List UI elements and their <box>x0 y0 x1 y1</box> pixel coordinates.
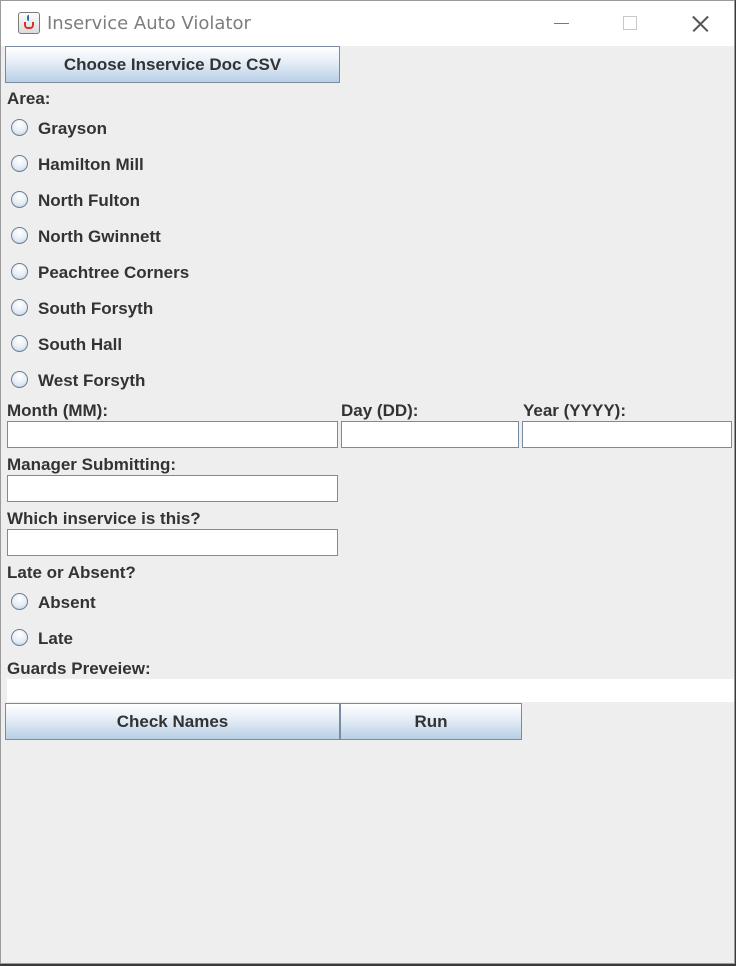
radio-label: West Forsyth <box>38 371 146 390</box>
inservice-field[interactable] <box>7 529 338 556</box>
radio-button-icon[interactable] <box>11 628 28 646</box>
radio-label: Absent <box>38 593 96 612</box>
radio-label: Grayson <box>38 119 107 138</box>
area-radio-grayson[interactable]: Grayson <box>11 117 107 141</box>
radio-label: Late <box>38 629 73 648</box>
radio-label: North Fulton <box>38 191 140 210</box>
radio-button-icon[interactable] <box>11 370 28 388</box>
area-label: Area: <box>7 89 51 108</box>
radio-button-icon[interactable] <box>11 262 28 280</box>
title-bar: Inservice Auto Violator <box>1 1 734 46</box>
radio-button-icon[interactable] <box>11 592 28 610</box>
close-icon[interactable] <box>683 9 719 37</box>
inservice-label: Which inservice is this? <box>7 509 201 528</box>
radio-late[interactable]: Late <box>11 627 73 651</box>
area-radio-peachtree-corners[interactable]: Peachtree Corners <box>11 261 189 285</box>
area-radio-hamilton-mill[interactable]: Hamilton Mill <box>11 153 144 177</box>
area-radio-south-forsyth[interactable]: South Forsyth <box>11 297 153 321</box>
guards-preview-label: Guards Preveiew: <box>7 659 151 678</box>
radio-label: Hamilton Mill <box>38 155 144 174</box>
manager-label: Manager Submitting: <box>7 455 177 474</box>
radio-label: North Gwinnett <box>38 227 161 246</box>
late-absent-label: Late or Absent? <box>7 563 136 582</box>
area-radio-north-gwinnett[interactable]: North Gwinnett <box>11 225 161 249</box>
year-field[interactable] <box>522 421 732 448</box>
check-names-button[interactable]: Check Names <box>5 703 340 740</box>
maximize-icon[interactable] <box>611 9 647 37</box>
manager-field[interactable] <box>7 475 338 502</box>
month-label: Month (MM): <box>7 401 109 420</box>
area-radio-west-forsyth[interactable]: West Forsyth <box>11 369 145 393</box>
year-label: Year (YYYY): <box>523 401 626 420</box>
guards-preview-field <box>7 679 734 702</box>
radio-button-icon[interactable] <box>11 118 28 136</box>
month-field[interactable] <box>7 421 338 448</box>
app-window: Inservice Auto Violator Choose Inservice… <box>0 0 735 964</box>
radio-button-icon[interactable] <box>11 154 28 172</box>
radio-label: South Forsyth <box>38 299 154 318</box>
radio-button-icon[interactable] <box>11 190 28 208</box>
run-button[interactable]: Run <box>340 703 522 740</box>
radio-button-icon[interactable] <box>11 298 28 316</box>
java-cup-icon <box>18 12 40 34</box>
radio-button-icon[interactable] <box>11 334 28 352</box>
radio-button-icon[interactable] <box>11 226 28 244</box>
area-radio-south-hall[interactable]: South Hall <box>11 333 122 357</box>
day-label: Day (DD): <box>341 401 419 420</box>
radio-label: Peachtree Corners <box>38 263 190 282</box>
window-title: Inservice Auto Violator <box>47 13 251 34</box>
area-radio-north-fulton[interactable]: North Fulton <box>11 189 140 213</box>
minimize-icon[interactable] <box>544 9 580 37</box>
radio-absent[interactable]: Absent <box>11 591 96 615</box>
radio-label: South Hall <box>38 335 123 354</box>
day-field[interactable] <box>341 421 519 448</box>
choose-csv-button[interactable]: Choose Inservice Doc CSV <box>5 46 340 83</box>
